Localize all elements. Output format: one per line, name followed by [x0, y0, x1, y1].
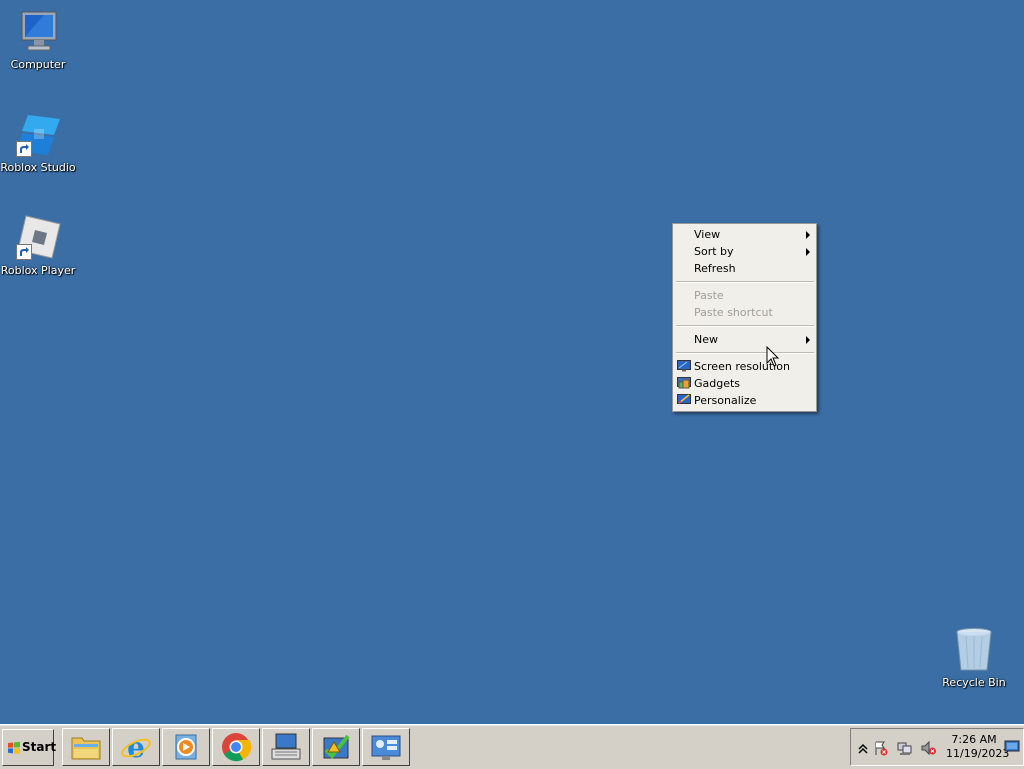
tray-clock[interactable]: 7:26 AM 11/19/2023: [946, 733, 1010, 761]
menu-item-view[interactable]: View: [673, 226, 816, 243]
show-desktop-icon[interactable]: [1004, 738, 1020, 754]
volume-muted-icon[interactable]: [921, 740, 937, 756]
taskbar: Start e 7:26 AM 11/19/2023: [0, 724, 1024, 769]
start-button[interactable]: Start: [2, 729, 57, 766]
menu-item-paste: Paste: [673, 287, 816, 304]
show-hidden-icons-chevron-icon[interactable]: [855, 740, 871, 756]
submenu-arrow-icon: [806, 231, 810, 239]
menu-item-paste-shortcut: Paste shortcut: [673, 304, 816, 321]
network-icon[interactable]: [897, 740, 913, 756]
roblox-studio-icon: [14, 111, 62, 159]
mouse-cursor-icon: [766, 346, 780, 367]
start-label: Start: [22, 740, 57, 754]
action-center-icon: [323, 734, 350, 759]
desktop-icon-label: Computer: [10, 58, 66, 71]
taskbar-control-panel[interactable]: [362, 728, 410, 766]
svg-text:e: e: [127, 732, 145, 762]
desktop-icon-computer[interactable]: Computer: [0, 8, 76, 71]
desktop-context-menu: View Sort by Refresh Paste Paste shortcu…: [672, 223, 817, 412]
menu-separator: [676, 325, 814, 327]
shortcut-arrow-icon: [16, 141, 32, 157]
screen-resolution-icon: [677, 360, 691, 372]
menu-item-refresh[interactable]: Refresh: [673, 260, 816, 277]
menu-item-label: Paste shortcut: [694, 306, 773, 319]
taskbar-internet-explorer[interactable]: e: [112, 728, 160, 766]
desktop-icon-recycle-bin[interactable]: Recycle Bin: [936, 626, 1012, 689]
gadgets-icon: [677, 377, 691, 389]
submenu-arrow-icon: [806, 248, 810, 256]
menu-item-sort-by[interactable]: Sort by: [673, 243, 816, 260]
clock-time: 7:26 AM: [951, 733, 997, 746]
menu-separator: [676, 352, 814, 354]
personalize-icon: [677, 394, 691, 406]
chrome-icon: [222, 733, 252, 762]
taskbar-on-screen-keyboard[interactable]: [262, 728, 310, 766]
taskbar-media-player[interactable]: [162, 728, 210, 766]
action-center-flag-icon[interactable]: [873, 740, 889, 756]
menu-item-label: Paste: [694, 289, 724, 302]
menu-item-label: Gadgets: [694, 377, 741, 390]
menu-item-gadgets[interactable]: Gadgets: [673, 375, 816, 392]
menu-item-label: New: [694, 333, 718, 346]
taskbar-chrome[interactable]: [212, 728, 260, 766]
internet-explorer-icon: e: [121, 732, 151, 762]
desktop-icon-label: Roblox Player: [0, 264, 76, 277]
menu-item-label: Personalize: [694, 394, 757, 407]
taskbar-file-explorer[interactable]: [62, 728, 110, 766]
recycle-bin-icon: [950, 626, 998, 674]
desktop-icon-label: Recycle Bin: [942, 676, 1006, 689]
clock-date: 11/19/2023: [946, 747, 1010, 760]
taskbar-action-center[interactable]: [312, 728, 360, 766]
shortcut-arrow-icon: [16, 244, 32, 260]
desktop-icon-label: Roblox Studio: [0, 161, 76, 174]
on-screen-keyboard-icon: [271, 733, 301, 760]
menu-item-personalize[interactable]: Personalize: [673, 392, 816, 409]
media-player-icon: [175, 734, 197, 760]
desktop-icon-roblox-player[interactable]: Roblox Player: [0, 214, 76, 277]
control-panel-icon: [371, 735, 401, 760]
computer-icon: [14, 8, 62, 56]
menu-item-label: Sort by: [694, 245, 734, 258]
roblox-player-icon: [14, 214, 62, 262]
system-tray: 7:26 AM 11/19/2023: [850, 728, 1024, 766]
menu-item-screen-resolution[interactable]: Screen resolution: [673, 358, 816, 375]
desktop-icon-roblox-studio[interactable]: Roblox Studio: [0, 111, 76, 174]
submenu-arrow-icon: [806, 336, 810, 344]
menu-item-label: Refresh: [694, 262, 736, 275]
file-explorer-icon: [71, 737, 101, 760]
menu-item-label: View: [694, 228, 721, 241]
windows-logo-icon: [8, 741, 20, 754]
menu-item-new[interactable]: New: [673, 331, 816, 348]
menu-separator: [676, 281, 814, 283]
